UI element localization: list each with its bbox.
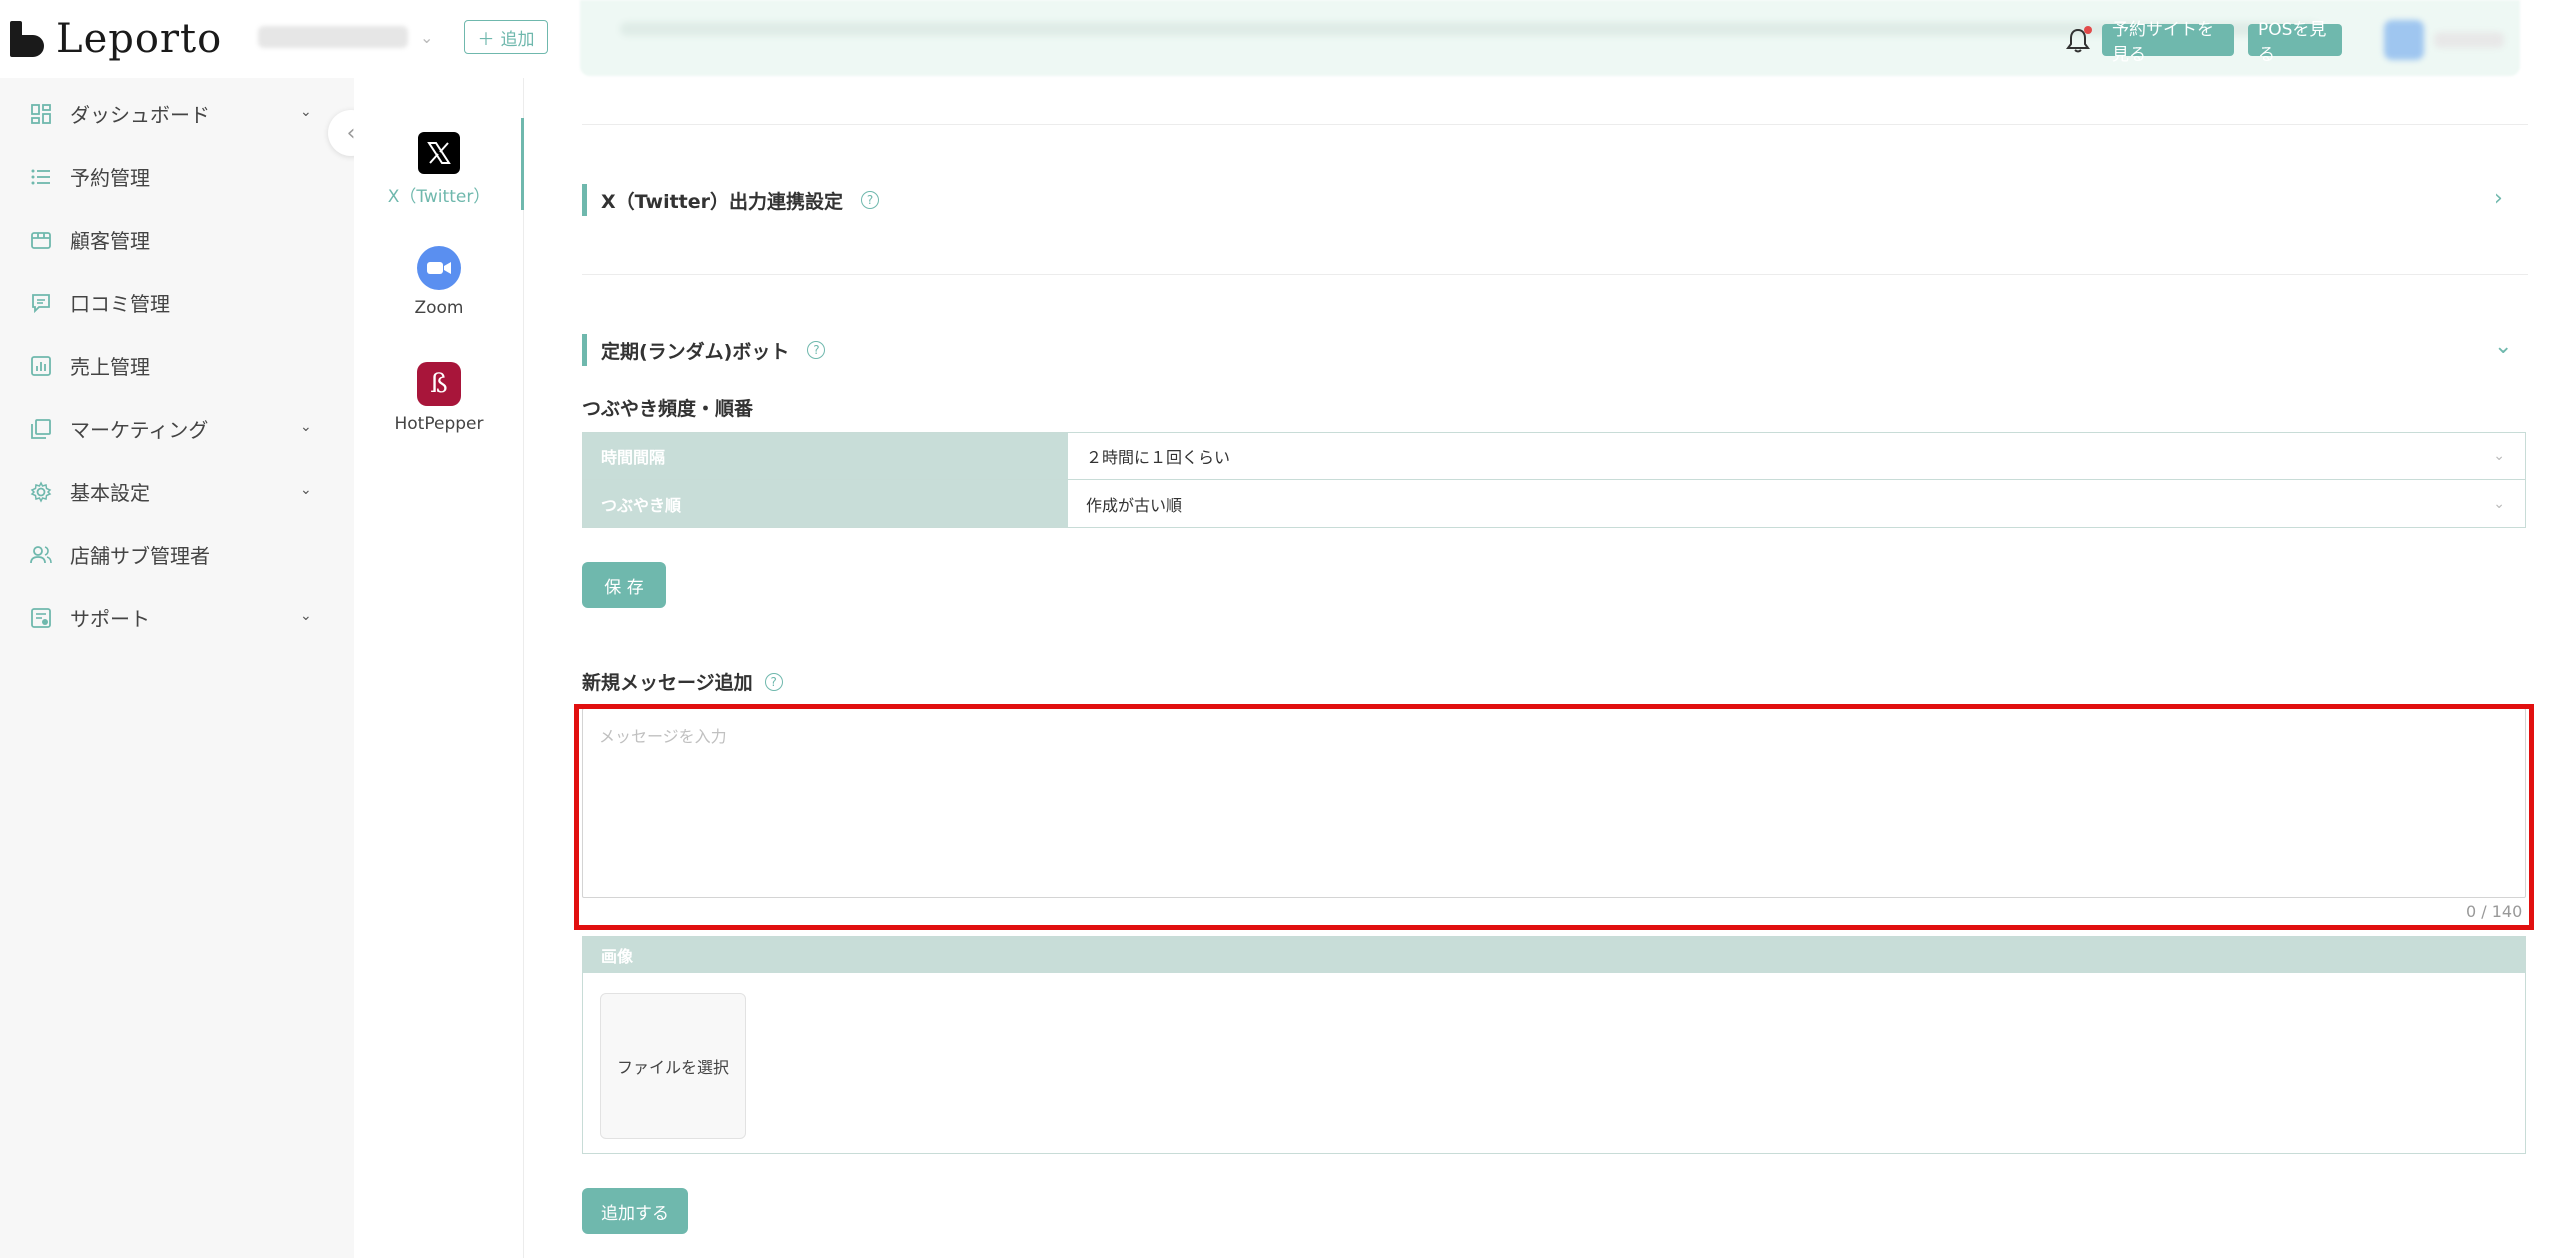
chevron-down-icon: ⌄ [420,27,434,47]
copy-icon [28,416,54,442]
help-icon[interactable]: ? [861,191,880,209]
hotpepper-logo-icon: ß [417,362,461,406]
gear-icon [28,479,54,505]
frequency-label: つぶやき頻度・順番 [582,398,754,420]
logo-mark-icon [10,21,44,57]
chevron-down-icon: ⌄ [300,608,312,624]
sidebar-item-customers[interactable]: 顧客管理 [0,208,354,271]
order-value: 作成が古い順 [1086,495,1183,515]
settings-label: 時間間隔 [583,433,1068,479]
chevron-right-icon[interactable]: › [2494,186,2503,211]
users-icon [28,542,54,568]
image-upload-section: 画像 ファイルを選択 [582,936,2526,1154]
image-label: 画像 [583,937,2525,973]
sidebar-item-dashboard[interactable]: ダッシュボード ⌄ [0,82,354,145]
support-icon [28,605,54,631]
section-header-x-output[interactable]: X（Twitter）出力連携設定 ? [582,184,880,216]
sidebar-item-reservations[interactable]: 予約管理 [0,145,354,208]
highlight-box [574,704,2534,930]
list-icon [28,164,54,190]
view-pos-button[interactable]: POSを見る [2248,20,2342,65]
divider [582,124,2528,125]
logo[interactable]: Leporto [10,14,222,64]
chevron-down-icon: ⌄ [2493,495,2505,512]
sidebar-item-marketing[interactable]: マーケティング ⌄ [0,397,354,460]
sidebar-item-sales[interactable]: 売上管理 [0,334,354,397]
order-select[interactable]: 作成が古い順 ⌄ [1068,480,2525,527]
sidebar-item-label: ダッシュボード [70,103,210,127]
save-button[interactable]: 保 存 [582,562,666,608]
integration-label: Zoom [414,298,464,318]
sidebar-item-label: 店舗サブ管理者 [70,544,210,568]
section-accent [582,334,587,366]
notification-bell-icon[interactable] [2064,26,2092,54]
section-title: 定期(ランダム)ボット [601,340,790,363]
chart-icon [28,353,54,379]
new-message-section-label: 新規メッセージ追加 ? [582,668,783,695]
divider [582,274,2528,275]
sidebar-item-label: 予約管理 [70,166,150,190]
file-select-button[interactable]: ファイルを選択 [600,993,746,1139]
chevron-down-icon: ⌄ [2493,448,2505,464]
plus-icon: ＋ [477,29,495,50]
sidebar-item-label: サポート [70,607,150,631]
add-store-label: 追加 [500,29,535,50]
settings-label: つぶやき順 [583,480,1068,527]
user-menu-blurred[interactable] [2384,18,2514,62]
section-accent [582,184,587,216]
add-store-button[interactable]: ＋ 追加 [464,20,548,54]
zoom-logo-icon [417,246,461,290]
integration-list: X（Twitter） Zoom ß HotPepper [354,78,524,1258]
character-counter: 0 / 140 [2466,902,2523,921]
chevron-down-icon: ⌄ [300,419,312,435]
chevron-down-icon: ⌄ [300,104,312,120]
sidebar-item-basic-settings[interactable]: 基本設定 ⌄ [0,460,354,523]
avatar [2384,20,2424,60]
help-icon[interactable]: ? [764,672,783,691]
sidebar-item-support[interactable]: サポート ⌄ [0,586,354,649]
sidebar-item-label: 口コミ管理 [70,292,170,316]
store-select[interactable]: ⌄ [258,20,438,54]
notification-dot [2084,26,2092,34]
settings-table: 時間間隔 ２時間に１回くらい ⌄ つぶやき順 作成が古い順 ⌄ [582,432,2526,528]
integration-label: X（Twitter） [387,187,491,207]
help-icon[interactable]: ? [807,341,826,359]
sidebar: ダッシュボード ⌄ 予約管理 顧客管理 口コミ管理 売上管理 マーケティング ⌄ [0,78,354,1258]
integration-label: HotPepper [394,414,484,434]
section-title: X（Twitter）出力連携設定 [601,190,844,213]
new-message-label: 新規メッセージ追加 [582,672,753,694]
sidebar-item-label: 売上管理 [70,355,150,379]
user-name-blurred [2434,32,2504,48]
interval-value: ２時間に１回くらい [1086,448,1231,467]
store-icon [28,227,54,253]
add-message-button[interactable]: 追加する [582,1188,688,1234]
chevron-down-icon: ⌄ [300,482,312,498]
sidebar-item-label: 顧客管理 [70,229,150,253]
sidebar-item-reviews[interactable]: 口コミ管理 [0,271,354,334]
dashboard-icon [28,101,54,127]
settings-row-interval: 時間間隔 ２時間に１回くらい ⌄ [583,433,2525,480]
sidebar-item-label: マーケティング [70,418,209,442]
x-logo-icon [418,132,460,174]
settings-row-order: つぶやき順 作成が古い順 ⌄ [583,480,2525,527]
sidebar-item-sub-admins[interactable]: 店舗サブ管理者 [0,523,354,586]
view-reservation-site-button[interactable]: 予約サイトを見る [2102,20,2234,65]
top-header: Leporto ⌄ ＋ 追加 予約サイトを見る POSを見る [0,0,2560,78]
store-name-blurred [258,26,408,48]
section-header-random-bot[interactable]: 定期(ランダム)ボット ? [582,334,826,366]
sidebar-item-label: 基本設定 [70,481,150,505]
interval-select[interactable]: ２時間に１回くらい ⌄ [1068,433,2525,479]
integration-item-hotpepper[interactable]: ß HotPepper [354,362,524,434]
comment-icon [28,290,54,316]
integration-item-zoom[interactable]: Zoom [354,246,524,318]
integration-item-x[interactable]: X（Twitter） [354,132,524,207]
chevron-down-icon[interactable]: ⌄ [2494,334,2512,359]
main-content: X（Twitter）出力連携設定 ? › 定期(ランダム)ボット ? ⌄ つぶや… [524,78,2560,1258]
logo-text: Leporto [56,16,223,62]
